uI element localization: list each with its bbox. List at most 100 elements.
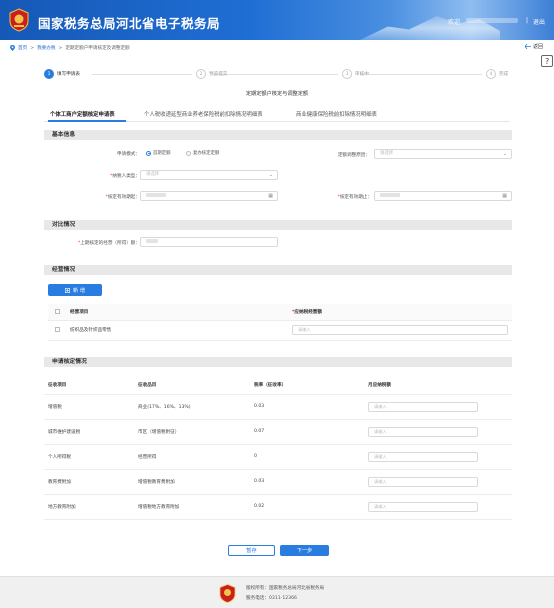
adjust-reason-label: 定额调整原因： (300, 152, 370, 158)
row-tax-cell: 请输入 (364, 469, 512, 495)
tab-household-form[interactable]: 个体工商户定额核定申请表 (50, 110, 115, 118)
back-button[interactable]: 返回 (525, 43, 543, 50)
site-title: 国家税务总局河北省电子税务局 (38, 16, 221, 31)
taxpayer-type-label-text: 纳税人类型： (112, 174, 140, 179)
row-item: 增值税教育费附加 (134, 469, 250, 495)
apply-type-label: 申请模式： (100, 151, 140, 157)
add-button[interactable]: 新 增 (48, 284, 102, 296)
progress-steps: 1 填写申请表 2 预览提交 3 审核中 4 完成 (44, 67, 508, 81)
last-income-label-text: 上期核定的经营（所得）额： (80, 241, 140, 246)
active-tab-indicator (48, 120, 126, 122)
row-rate: 0.07 (250, 419, 364, 445)
col-item: 征收品目 (134, 376, 250, 395)
row-item: 纺织品及针织品零售 (66, 320, 288, 341)
step-1: 1 填写申请表 (44, 69, 80, 79)
taxpayer-type-label: *纳税人类型： (110, 174, 140, 179)
tab-health-insurance[interactable]: 商业健康保险税前扣除情况明细表 (296, 110, 377, 118)
select-all-cell (48, 304, 66, 321)
monthly-tax-input[interactable]: 请输入 (368, 501, 478, 512)
add-icon (64, 287, 70, 293)
redacted-value (146, 192, 166, 197)
monthly-tax-input[interactable]: 请输入 (368, 426, 478, 437)
row-checkbox[interactable] (54, 327, 60, 332)
row-item: 增值税地方教育附加 (134, 494, 250, 520)
breadcrumb-sep: > (58, 45, 63, 51)
section-operation: 经营情况 (44, 265, 512, 275)
step-number: 2 (196, 69, 206, 79)
redacted-value (146, 238, 158, 243)
tab-pension-insurance[interactable]: 个人税收递延型商业养老保险税前扣除情况明细表 (144, 110, 263, 118)
operation-table: 经营项目 *应纳税经营额 纺织品及针织品零售 请输入 (48, 304, 512, 341)
location-pin-icon (10, 45, 15, 51)
col-item: 经营项目 (66, 304, 288, 321)
valid-to-date-input[interactable]: ▦ (374, 191, 512, 201)
save-draft-button[interactable]: 暂存 (228, 545, 275, 556)
top-header: 国家税务总局河北省电子税务局 欢迎 | 退出 (0, 0, 554, 40)
row-item: 商业(17%、16%、13%) (134, 394, 250, 420)
row-item: 市区（增值税附征） (134, 419, 250, 445)
select-placeholder: 请选择 (380, 151, 394, 156)
step-label: 完成 (499, 72, 509, 77)
next-step-button[interactable]: 下一步 (280, 545, 329, 556)
radio-reapply-quota[interactable]: 复办核定定额 (186, 150, 219, 156)
col-monthly-tax: 月应纳税额 (364, 376, 512, 395)
step-3: 3 审核中 (342, 69, 369, 79)
table-row: 个人所得税 经营所得 0 请输入 (44, 444, 512, 470)
step-4: 4 完成 (486, 69, 508, 79)
header-mountain-decoration (360, 16, 500, 40)
verify-table: 征收项目 征收品目 税率（征收率） 月应纳税额 增值税 商业(17%、16%、1… (44, 376, 512, 520)
step-line (360, 74, 482, 75)
section-compare: 对比情况 (44, 220, 512, 230)
breadcrumb-current: 定期定额户申请核定及调整定额 (65, 46, 130, 51)
table-row: 纺织品及针织品零售 请输入 (48, 320, 512, 341)
back-button-label: 返回 (533, 44, 544, 50)
radio-dot (186, 150, 191, 156)
breadcrumb-level1[interactable]: 我要办税 (37, 45, 55, 51)
taxpayer-type-select[interactable]: 请选择 ⌄ (140, 170, 278, 180)
row-income-cell: 请输入 (288, 320, 512, 341)
col-rate: 税率（征收率） (250, 376, 364, 395)
row-rate: 0.03 (250, 394, 364, 420)
valid-from-label: *核定有效期起： (105, 195, 140, 200)
row-tax-cell: 请输入 (364, 444, 512, 470)
page-title: 定期定额户核定与调整定额 (245, 91, 309, 97)
adjust-reason-select[interactable]: 请选择 ⌄ (374, 149, 512, 159)
step-2: 2 预览提交 (196, 69, 227, 79)
step-line (92, 74, 192, 75)
valid-from-label-text: 核定有效期起： (107, 195, 140, 200)
radio-first-quota[interactable]: 首期定额 (146, 150, 171, 156)
step-number: 1 (44, 69, 54, 79)
user-name-redacted (466, 18, 518, 23)
form-tabs: 个体工商户定额核定申请表 个人税收递延型商业养老保险税前扣除情况明细表 商业健康… (44, 108, 510, 122)
monthly-tax-input[interactable]: 请输入 (368, 451, 478, 462)
select-all-checkbox[interactable] (54, 308, 60, 314)
last-income-input[interactable] (140, 237, 278, 247)
calendar-icon: ▦ (502, 193, 507, 199)
row-tax-cell: 请输入 (364, 394, 512, 420)
row-rate: 0 (250, 444, 364, 470)
step-label: 审核中 (355, 72, 369, 77)
monthly-tax-input[interactable]: 请输入 (368, 401, 478, 412)
row-item: 经营所得 (134, 444, 250, 470)
income-input[interactable]: 请输入 (292, 325, 508, 335)
breadcrumb-home[interactable]: 首页 (18, 45, 27, 51)
row-checkbox-cell (48, 320, 66, 341)
help-icon[interactable]: ? (541, 55, 553, 67)
table-row: 教育费附加 增值税教育费附加 0.03 请输入 (44, 469, 512, 495)
section-basic-info: 基本信息 (44, 130, 512, 140)
valid-from-date-input[interactable]: ▦ (140, 191, 278, 201)
table-header-row: 征收项目 征收品目 税率（征收率） 月应纳税额 (44, 376, 512, 395)
chevron-down-icon: ⌄ (502, 151, 507, 157)
col-project: 征收项目 (44, 376, 134, 395)
step-line (214, 74, 338, 75)
redacted-value (380, 192, 400, 197)
apply-type-label-text: 申请模式： (117, 152, 140, 157)
logout-link[interactable]: 退出 (533, 17, 545, 26)
monthly-tax-input[interactable]: 请输入 (368, 476, 478, 487)
last-income-label: *上期核定的经营（所得）额： (77, 241, 140, 246)
adjust-reason-label-text: 定额调整原因： (337, 153, 370, 158)
back-arrow-icon (525, 44, 531, 49)
row-tax-cell: 请输入 (364, 494, 512, 520)
header-separator: | (526, 17, 529, 24)
page-footer: 版权所有：国家税务总局河北省税务局 服务电话：0311-12366 (0, 576, 554, 608)
